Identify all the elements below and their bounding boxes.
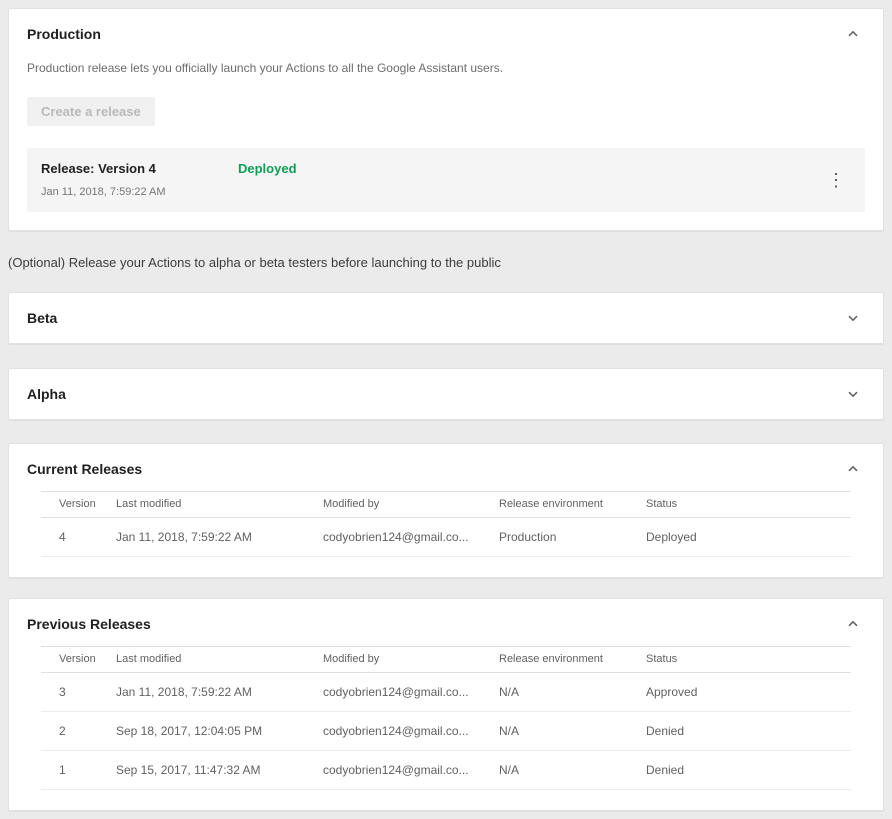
table-cell: N/A [499,712,646,751]
column-header: Status [646,647,851,673]
column-header: Release environment [499,492,646,518]
release-status-badge: Deployed [238,161,297,176]
table-cell: Deployed [646,518,851,557]
chevron-down-icon[interactable] [847,388,859,400]
table-row: 2Sep 18, 2017, 12:04:05 PMcodyobrien124@… [41,712,851,751]
column-header: Version [41,647,116,673]
table-cell: Approved [646,673,851,712]
alpha-panel-header[interactable]: Alpha [9,369,883,419]
column-header: Last modified [116,647,323,673]
table-row: 4Jan 11, 2018, 7:59:22 AMcodyobrien124@g… [41,518,851,557]
table-cell: codyobrien124@gmail.co... [323,751,499,790]
table-cell: Denied [646,751,851,790]
alpha-title: Alpha [27,386,66,402]
table-row: 3Jan 11, 2018, 7:59:22 AMcodyobrien124@g… [41,673,851,712]
release-info: Release: Version 4 Deployed Jan 11, 2018… [41,161,297,198]
production-panel: Production Production release lets you o… [8,8,884,231]
table-cell: 3 [41,673,116,712]
beta-panel: Beta [8,292,884,344]
deployed-release-row: Release: Version 4 Deployed Jan 11, 2018… [27,148,865,212]
column-header: Status [646,492,851,518]
create-release-button[interactable]: Create a release [27,97,155,126]
column-header: Last modified [116,492,323,518]
previous-releases-panel: Previous Releases VersionLast modifiedMo… [8,598,884,811]
chevron-down-icon[interactable] [847,312,859,324]
table-cell: Jan 11, 2018, 7:59:22 AM [116,518,323,557]
column-header: Release environment [499,647,646,673]
table-cell: codyobrien124@gmail.co... [323,673,499,712]
kebab-menu-icon[interactable]: ⋮ [821,169,851,191]
beta-panel-header[interactable]: Beta [9,293,883,343]
production-description: Production release lets you officially l… [27,61,865,75]
table-cell: codyobrien124@gmail.co... [323,712,499,751]
beta-title: Beta [27,310,57,326]
current-releases-header[interactable]: Current Releases [9,444,883,483]
previous-releases-title: Previous Releases [27,616,151,632]
table-cell: 2 [41,712,116,751]
previous-releases-header[interactable]: Previous Releases [9,599,883,638]
chevron-up-icon[interactable] [847,463,859,475]
chevron-up-icon[interactable] [847,618,859,630]
table-cell: Sep 18, 2017, 12:04:05 PM [116,712,323,751]
table-header-row: VersionLast modifiedModified byRelease e… [41,492,851,518]
production-panel-header[interactable]: Production [9,9,883,59]
table-cell: Denied [646,712,851,751]
page: Production Production release lets you o… [0,0,892,811]
table-cell: 1 [41,751,116,790]
previous-releases-table: VersionLast modifiedModified byRelease e… [41,646,851,790]
column-header: Modified by [323,492,499,518]
column-header: Version [41,492,116,518]
table-cell: N/A [499,673,646,712]
table-header-row: VersionLast modifiedModified byRelease e… [41,647,851,673]
chevron-up-icon[interactable] [847,28,859,40]
table-cell: 4 [41,518,116,557]
current-releases-table: VersionLast modifiedModified byRelease e… [41,491,851,557]
current-releases-panel: Current Releases VersionLast modifiedMod… [8,443,884,578]
column-header: Modified by [323,647,499,673]
table-cell: N/A [499,751,646,790]
production-body: Production release lets you officially l… [9,61,883,230]
table-row: 1Sep 15, 2017, 11:47:32 AMcodyobrien124@… [41,751,851,790]
current-releases-title: Current Releases [27,461,142,477]
table-cell: Production [499,518,646,557]
alpha-panel: Alpha [8,368,884,420]
release-name: Release: Version 4 [41,161,238,176]
table-cell: Sep 15, 2017, 11:47:32 AM [116,751,323,790]
production-title: Production [27,26,101,42]
release-date: Jan 11, 2018, 7:59:22 AM [41,186,297,198]
table-cell: Jan 11, 2018, 7:59:22 AM [116,673,323,712]
optional-note: (Optional) Release your Actions to alpha… [8,255,884,270]
table-cell: codyobrien124@gmail.co... [323,518,499,557]
